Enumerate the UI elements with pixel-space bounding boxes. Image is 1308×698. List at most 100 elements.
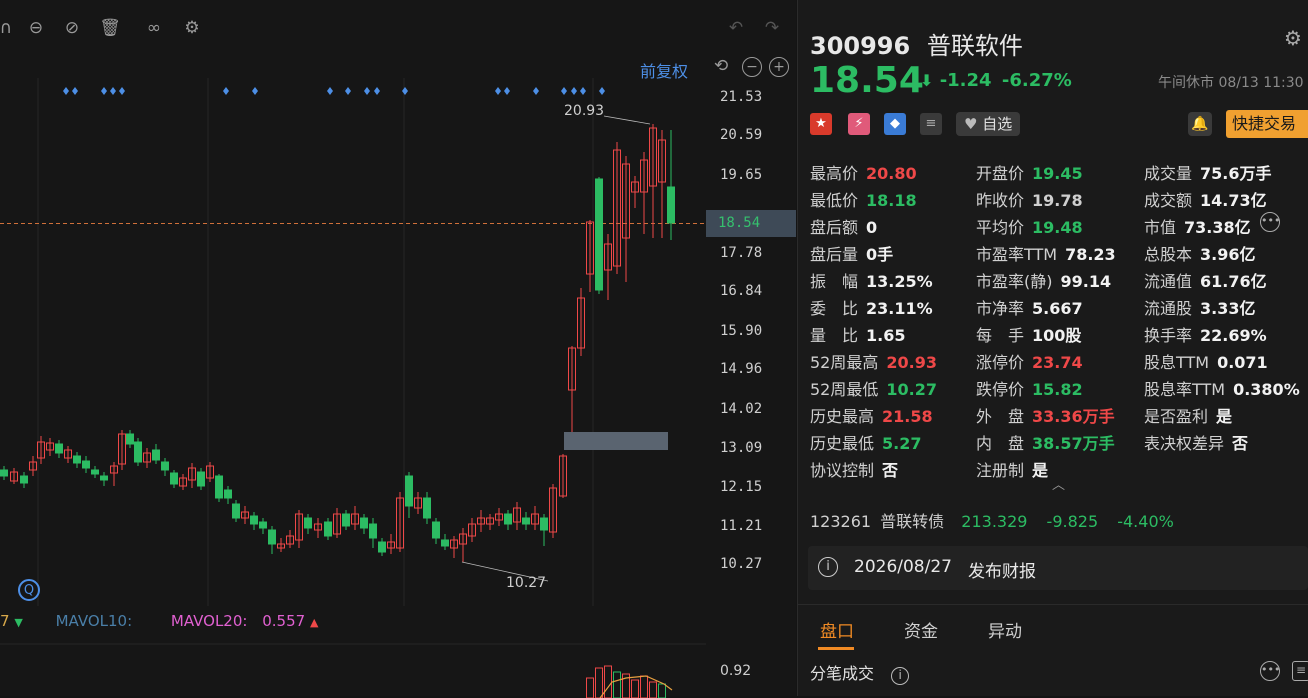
candle: [286, 530, 294, 548]
candle-body: [161, 461, 169, 471]
search-q-icon[interactable]: Q: [18, 579, 40, 601]
candle: [295, 510, 303, 548]
stat-item: 市盈率TTM 78.23: [976, 241, 1116, 265]
candle-body: [342, 513, 350, 527]
stat-value: 19.48: [1032, 218, 1083, 237]
event-marker-icon: [402, 87, 408, 95]
link-draw-icon[interactable]: ⊖: [24, 16, 48, 40]
stat-item: 委 比 23.11%: [810, 295, 933, 319]
stat-label: 涨停价: [976, 353, 1025, 372]
candle: [29, 456, 37, 476]
stat-item: 换手率 22.69%: [1144, 322, 1267, 346]
kline-chart-pane[interactable]: ∩ ⊖ ⊘ 🗑 ∞ ⚙ ↶ ↷ 前复权 ⟲ − + 20.93 10.27 21.…: [0, 0, 796, 698]
stat-label: 成交额: [1144, 191, 1193, 210]
tick-trades-label: 分笔成交: [810, 664, 875, 683]
tab-movements[interactable]: 异动: [988, 617, 1022, 642]
candle: [250, 512, 258, 530]
volume-bar: [604, 665, 612, 698]
stock-code: 300996: [810, 32, 911, 60]
event-marker-icon: [599, 87, 605, 95]
stat-item: 历史最高 21.58: [810, 403, 933, 427]
stat-item: 流通股 3.33亿: [1144, 295, 1256, 319]
watchlist-button[interactable]: ♥ 自选: [956, 112, 1021, 136]
candle-body: [667, 186, 675, 224]
candle: [232, 500, 240, 522]
hide-drawing-icon[interactable]: ⊘: [60, 16, 84, 40]
stat-value: 23.11%: [866, 299, 933, 318]
info-icon[interactable]: i: [891, 667, 910, 685]
mavol10-label: MAVOL10:: [55, 612, 133, 630]
earnings-notice[interactable]: i 2026/08/27 发布财报: [808, 546, 1308, 590]
candle: [64, 446, 72, 463]
stat-label: 开盘价: [976, 164, 1025, 183]
event-marker-icon: [580, 87, 586, 95]
list-icon[interactable]: ≡: [1292, 661, 1308, 681]
candle: [360, 514, 368, 534]
candles: [0, 124, 675, 562]
overlay-icon[interactable]: ∞: [142, 16, 166, 40]
gear-icon[interactable]: ⚙: [180, 16, 204, 40]
stat-item: 是否盈利是: [1144, 403, 1232, 427]
change-amount: -1.24: [939, 70, 992, 91]
settings-gear-icon[interactable]: ⚙: [1284, 26, 1302, 50]
collapse-chevron-icon[interactable]: ︿: [1052, 474, 1065, 493]
candle-body: [405, 475, 413, 507]
trash-icon[interactable]: 🗑: [98, 16, 122, 40]
candle: [55, 440, 63, 458]
convertible-bond-row[interactable]: 123261 普联转债 213.329 -9.825 -4.40%: [810, 508, 1174, 532]
tag-icon[interactable]: ◆: [884, 113, 906, 135]
more-icon[interactable]: •••: [1260, 212, 1280, 232]
candle: [369, 518, 377, 548]
candle: [143, 448, 151, 468]
tab-bar: 盘口 资金 异动: [798, 604, 1308, 651]
volume-bar: [595, 667, 603, 698]
more-icon[interactable]: •••: [1260, 661, 1280, 681]
candle: [259, 518, 267, 534]
candle-body: [55, 443, 63, 454]
mavol20-label: MAVOL20:: [170, 612, 248, 630]
stat-item: 协议控制否: [810, 457, 898, 481]
stat-value: 18.18: [866, 191, 917, 210]
watchlist-label: 自选: [982, 115, 1013, 133]
stat-item: 跌停价 15.82: [976, 376, 1083, 400]
event-marker-icon: [504, 87, 510, 95]
event-marker-icon: [327, 87, 333, 95]
bond-code: 123261: [810, 512, 872, 531]
candle: [152, 444, 160, 464]
reset-icon[interactable]: ⟲: [714, 56, 728, 76]
event-markers: [63, 87, 605, 95]
event-marker-icon: [364, 87, 370, 95]
quick-trade-button[interactable]: 快捷交易: [1226, 110, 1308, 138]
event-marker-icon: [374, 87, 380, 95]
stat-item: 开盘价 19.45: [976, 160, 1083, 184]
magnet-icon[interactable]: ∩: [0, 16, 18, 40]
candle: [540, 514, 548, 546]
undo-icon[interactable]: ↶: [724, 16, 748, 40]
stat-item: 量 比 1.65: [810, 322, 906, 346]
stat-value: 1.65: [866, 326, 906, 345]
candle: [604, 234, 612, 300]
stat-label: 每 手: [976, 326, 1025, 345]
candle: [640, 152, 648, 234]
document-icon[interactable]: ≡: [920, 113, 942, 135]
stat-value: 23.74: [1032, 353, 1083, 372]
bond-name: 普联转债: [880, 512, 945, 531]
candle: [631, 176, 639, 208]
stat-value: 0: [866, 218, 878, 237]
event-marker-icon: [119, 87, 125, 95]
margin-icon[interactable]: ⚡: [848, 113, 870, 135]
stat-label: 最低价: [810, 191, 859, 210]
redo-icon[interactable]: ↷: [760, 16, 784, 40]
tab-funds[interactable]: 资金: [904, 617, 938, 642]
stat-item: 盘后量 0手: [810, 241, 893, 265]
bell-icon[interactable]: 🔔: [1188, 112, 1212, 136]
candle: [197, 468, 205, 490]
event-marker-icon: [72, 87, 78, 95]
stat-item: 最低价 18.18: [810, 187, 917, 211]
tab-orderbook[interactable]: 盘口: [820, 617, 854, 642]
stat-item: 历史最低 5.27: [810, 430, 922, 454]
zoom-in-icon[interactable]: +: [769, 57, 789, 77]
candle: [622, 156, 630, 282]
candle-body: [215, 475, 223, 499]
zoom-out-icon[interactable]: −: [742, 57, 762, 77]
